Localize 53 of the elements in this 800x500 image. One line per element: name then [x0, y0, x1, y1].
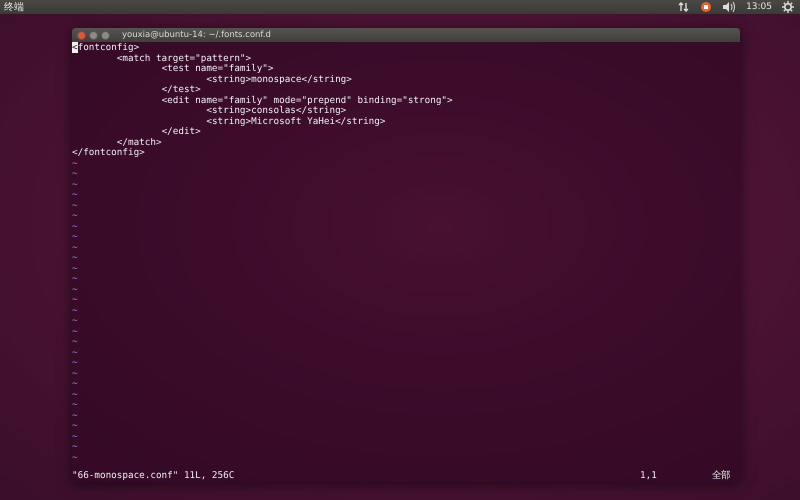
empty-line-marker: ~	[72, 169, 79, 180]
empty-line-marker: ~	[72, 348, 79, 358]
empty-line-marker: ~	[72, 211, 79, 222]
code-line: </test>	[160, 85, 202, 96]
empty-line-marker: ~	[72, 222, 79, 232]
code-line: <test name="family">	[162, 64, 275, 74]
settings-icon[interactable]	[782, 1, 794, 13]
empty-line-marker: ~	[72, 190, 79, 200]
empty-line-marker: ~	[72, 158, 79, 169]
empty-line-marker: ~	[72, 264, 79, 274]
empty-line-marker: ~	[72, 358, 79, 368]
cursor-position: 1,1	[640, 470, 658, 480]
empty-line-marker: ~	[72, 452, 79, 463]
code-line: </match>	[116, 138, 163, 148]
minimize-button[interactable]	[89, 30, 98, 40]
empty-line-marker: ~	[72, 306, 79, 316]
code-line: </fontconfig>	[72, 148, 146, 158]
code-line: <match target="pattern">	[116, 54, 252, 64]
empty-line-marker: ~	[72, 253, 79, 264]
empty-line-marker: ~	[72, 242, 79, 253]
empty-line-marker: ~	[72, 316, 79, 326]
empty-line-marker: ~	[72, 274, 79, 284]
network-icon[interactable]	[678, 1, 690, 13]
close-button[interactable]	[77, 30, 86, 40]
code-line: <string>consolas</string>	[206, 106, 346, 116]
code-line: </edit>	[162, 127, 202, 138]
code-line: <string>monospace</string>	[205, 74, 353, 85]
empty-line-marker: ~	[72, 295, 79, 306]
empty-line-marker: ~	[72, 390, 79, 400]
empty-line-marker: ~	[72, 379, 79, 390]
empty-line-marker: ~	[72, 180, 79, 190]
window-title: youxia@ubuntu-14: ~/.fonts.conf.d	[122, 30, 271, 40]
empty-line-marker: ~	[72, 200, 79, 211]
empty-line-marker: ~	[72, 284, 79, 295]
empty-line-marker: ~	[72, 410, 79, 421]
maximize-button[interactable]	[101, 30, 110, 40]
clock[interactable]: 13:05	[746, 2, 772, 12]
empty-line-marker: ~	[72, 326, 79, 337]
empty-line-marker: ~	[72, 337, 79, 348]
empty-line-marker: ~	[72, 400, 79, 410]
empty-line-marker: ~	[72, 442, 79, 452]
scroll-indicator: 全部	[712, 468, 731, 482]
app-name: 终端	[4, 0, 24, 14]
volume-icon[interactable]	[722, 1, 736, 13]
status-message: "66-monospace.conf" 11L, 256C	[72, 470, 236, 480]
code-line: <fontconfig>	[72, 43, 140, 54]
code-line: <edit name="family" mode="prepend" binding="strong">	[160, 96, 454, 106]
empty-line-marker: ~	[72, 232, 79, 242]
empty-line-marker: ~	[72, 432, 79, 442]
empty-line-marker: ~	[72, 368, 79, 379]
empty-line-marker: ~	[72, 421, 79, 432]
code-line: <string>Microsoft YaHei</string>	[205, 116, 386, 127]
indicator-icon[interactable]	[700, 1, 712, 13]
